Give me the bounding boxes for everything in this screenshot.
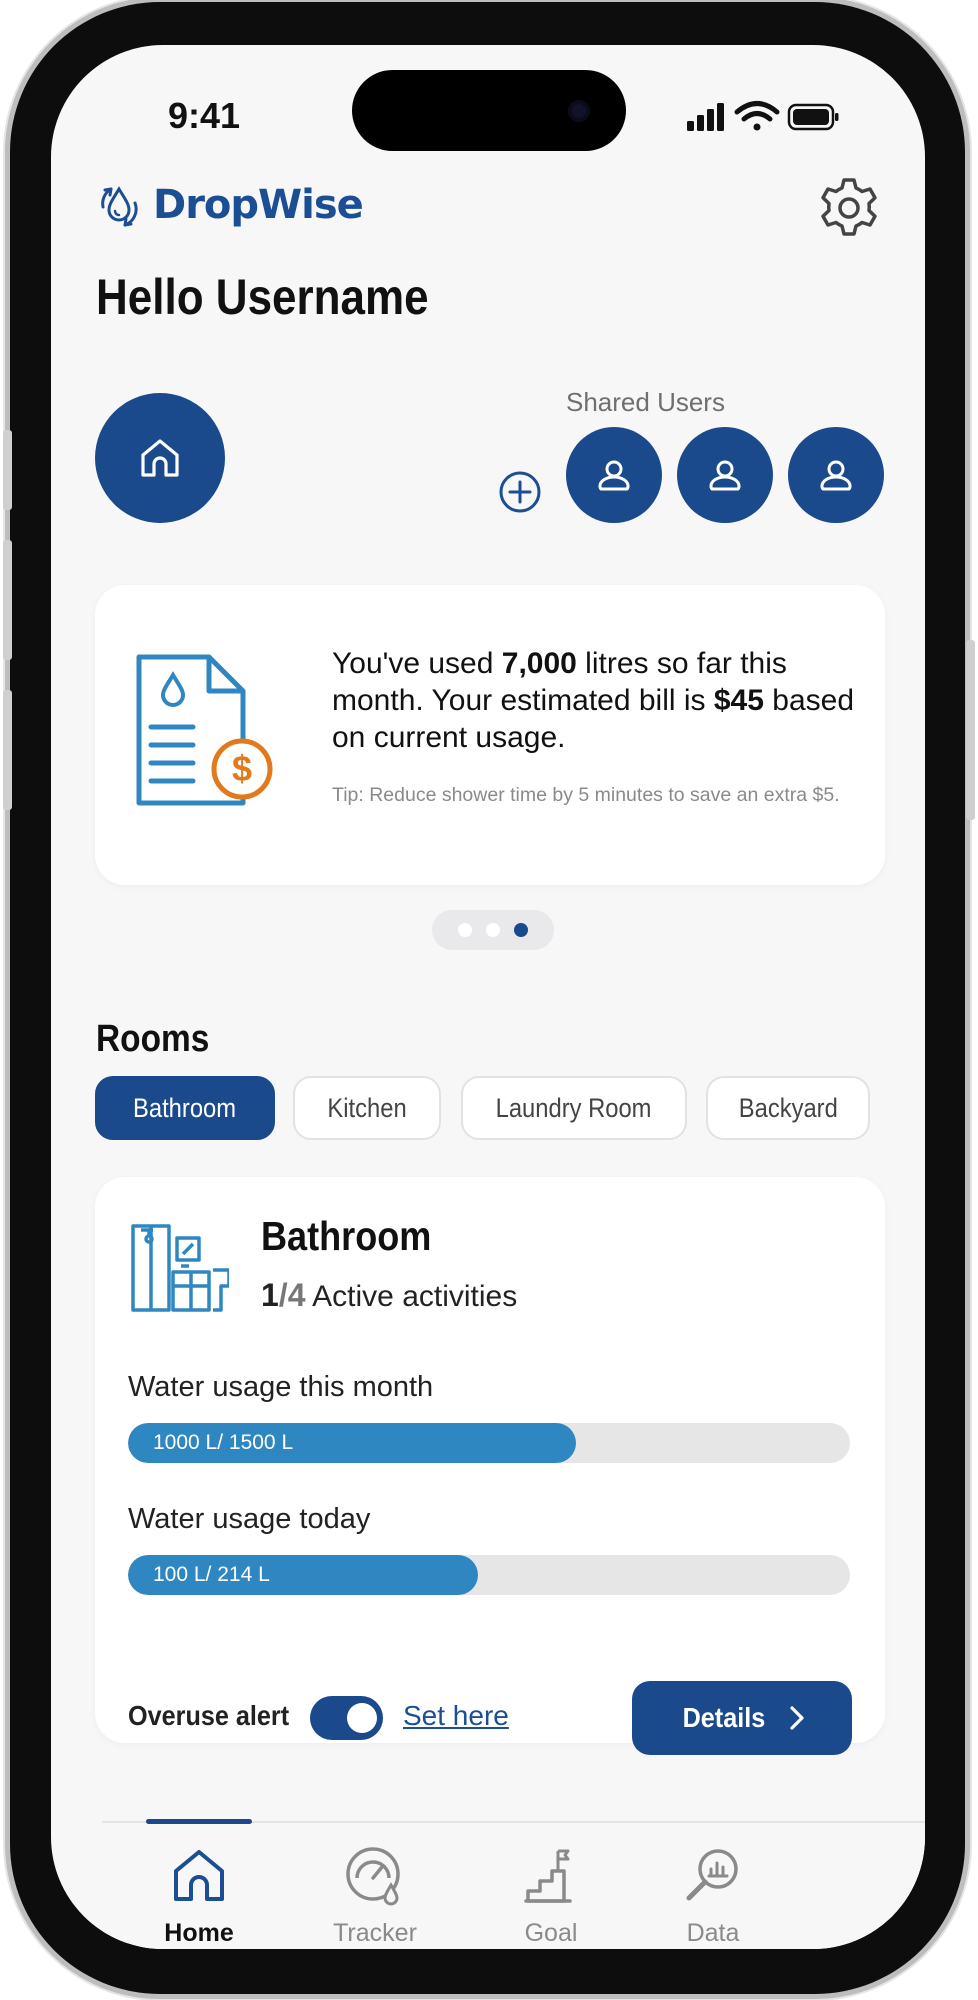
nav-label: Data (686, 1919, 740, 1947)
camera-icon (568, 100, 590, 122)
carousel-indicator[interactable] (432, 910, 554, 950)
user-icon (598, 460, 630, 491)
home-button[interactable] (95, 393, 225, 523)
room-chip-kitchen[interactable]: Kitchen (293, 1076, 441, 1140)
nav-home[interactable]: Home (139, 1843, 259, 1948)
month-usage-fill: 1000 L/ 1500 L (128, 1423, 576, 1463)
shared-user-avatar[interactable] (788, 427, 884, 523)
active-activities-label: Active activities (312, 1280, 518, 1313)
user-icon (709, 460, 741, 491)
overuse-alert-label: Overuse alert (128, 1700, 290, 1731)
bill-document-icon: $ (136, 654, 273, 806)
app-name: DropWise (153, 182, 364, 228)
nav-label: Home (164, 1919, 234, 1947)
nav-goal[interactable]: Goal (491, 1843, 611, 1948)
plus-circle-icon[interactable] (498, 470, 542, 514)
wifi-icon (734, 101, 780, 131)
side-button (3, 540, 12, 660)
carousel-dot-active[interactable] (514, 923, 528, 937)
month-usage-bar: 1000 L/ 1500 L (128, 1423, 850, 1463)
greeting-title: Hello Username (96, 269, 429, 325)
room-chip-bathroom[interactable]: Bathroom (95, 1076, 275, 1140)
total-count: 4 (287, 1277, 306, 1313)
home-icon (141, 439, 179, 477)
bill-tip: Tip: Reduce shower time by 5 minutes to … (332, 784, 840, 806)
side-button (3, 690, 12, 810)
side-button (3, 430, 12, 510)
bottom-nav: Home Tracker Goal Data (102, 1819, 925, 1949)
chevron-right-icon (790, 1706, 804, 1730)
shared-users-label: Shared Users (566, 387, 725, 417)
nav-label: Tracker (333, 1919, 417, 1947)
nav-label: Goal (524, 1919, 578, 1947)
nav-data[interactable]: Data (653, 1843, 773, 1948)
svg-text:$: $ (232, 748, 252, 789)
room-chip-laundry-room[interactable]: Laundry Room (461, 1076, 687, 1140)
active-count: 1 (261, 1277, 279, 1313)
bill-summary-text: You've used 7,000 litres so far this mon… (332, 647, 855, 754)
goal-steps-icon (524, 1849, 572, 1903)
status-icons (687, 101, 839, 131)
carousel-dot[interactable] (486, 923, 500, 937)
active-activities: 1/4 Active activities (261, 1277, 518, 1313)
app-logo: DropWise (91, 175, 364, 235)
today-usage-label: Water usage today (128, 1503, 371, 1535)
rooms-title: Rooms (96, 1018, 210, 1060)
cellular-signal-icon (687, 103, 724, 131)
data-search-icon (686, 1849, 738, 1901)
toggle-knob (347, 1703, 377, 1733)
screen: 9:41 DropWise Hello Username Shared User… (51, 45, 925, 1949)
status-time: 9:41 (168, 95, 241, 136)
gear-icon[interactable] (813, 172, 885, 244)
gauge-icon (346, 1847, 400, 1906)
bill-value: $45 (713, 684, 764, 717)
battery-icon (787, 103, 839, 131)
nav-active-indicator (146, 1819, 252, 1824)
user-icon (820, 460, 852, 491)
today-usage-bar: 100 L/ 214 L (128, 1555, 850, 1595)
bathroom-icon (131, 1224, 229, 1312)
side-button (966, 640, 975, 820)
set-here-link[interactable]: Set here (403, 1700, 509, 1732)
room-card-title: Bathroom (261, 1213, 432, 1259)
today-usage-fill: 100 L/ 214 L (128, 1555, 479, 1595)
water-drop-cycle-icon (101, 186, 138, 227)
home-icon (174, 1850, 224, 1901)
litres-value: 7,000 (501, 647, 577, 680)
details-button[interactable]: Details (632, 1681, 852, 1755)
room-chip-backyard[interactable]: Backyard (706, 1076, 870, 1140)
overuse-alert-toggle[interactable] (310, 1696, 383, 1740)
nav-tracker[interactable]: Tracker (315, 1843, 435, 1948)
month-usage-label: Water usage this month (128, 1371, 434, 1403)
shared-user-avatar[interactable] (677, 427, 773, 523)
carousel-dot[interactable] (458, 923, 472, 937)
shared-user-avatar[interactable] (566, 427, 662, 523)
details-label: Details (682, 1702, 766, 1733)
